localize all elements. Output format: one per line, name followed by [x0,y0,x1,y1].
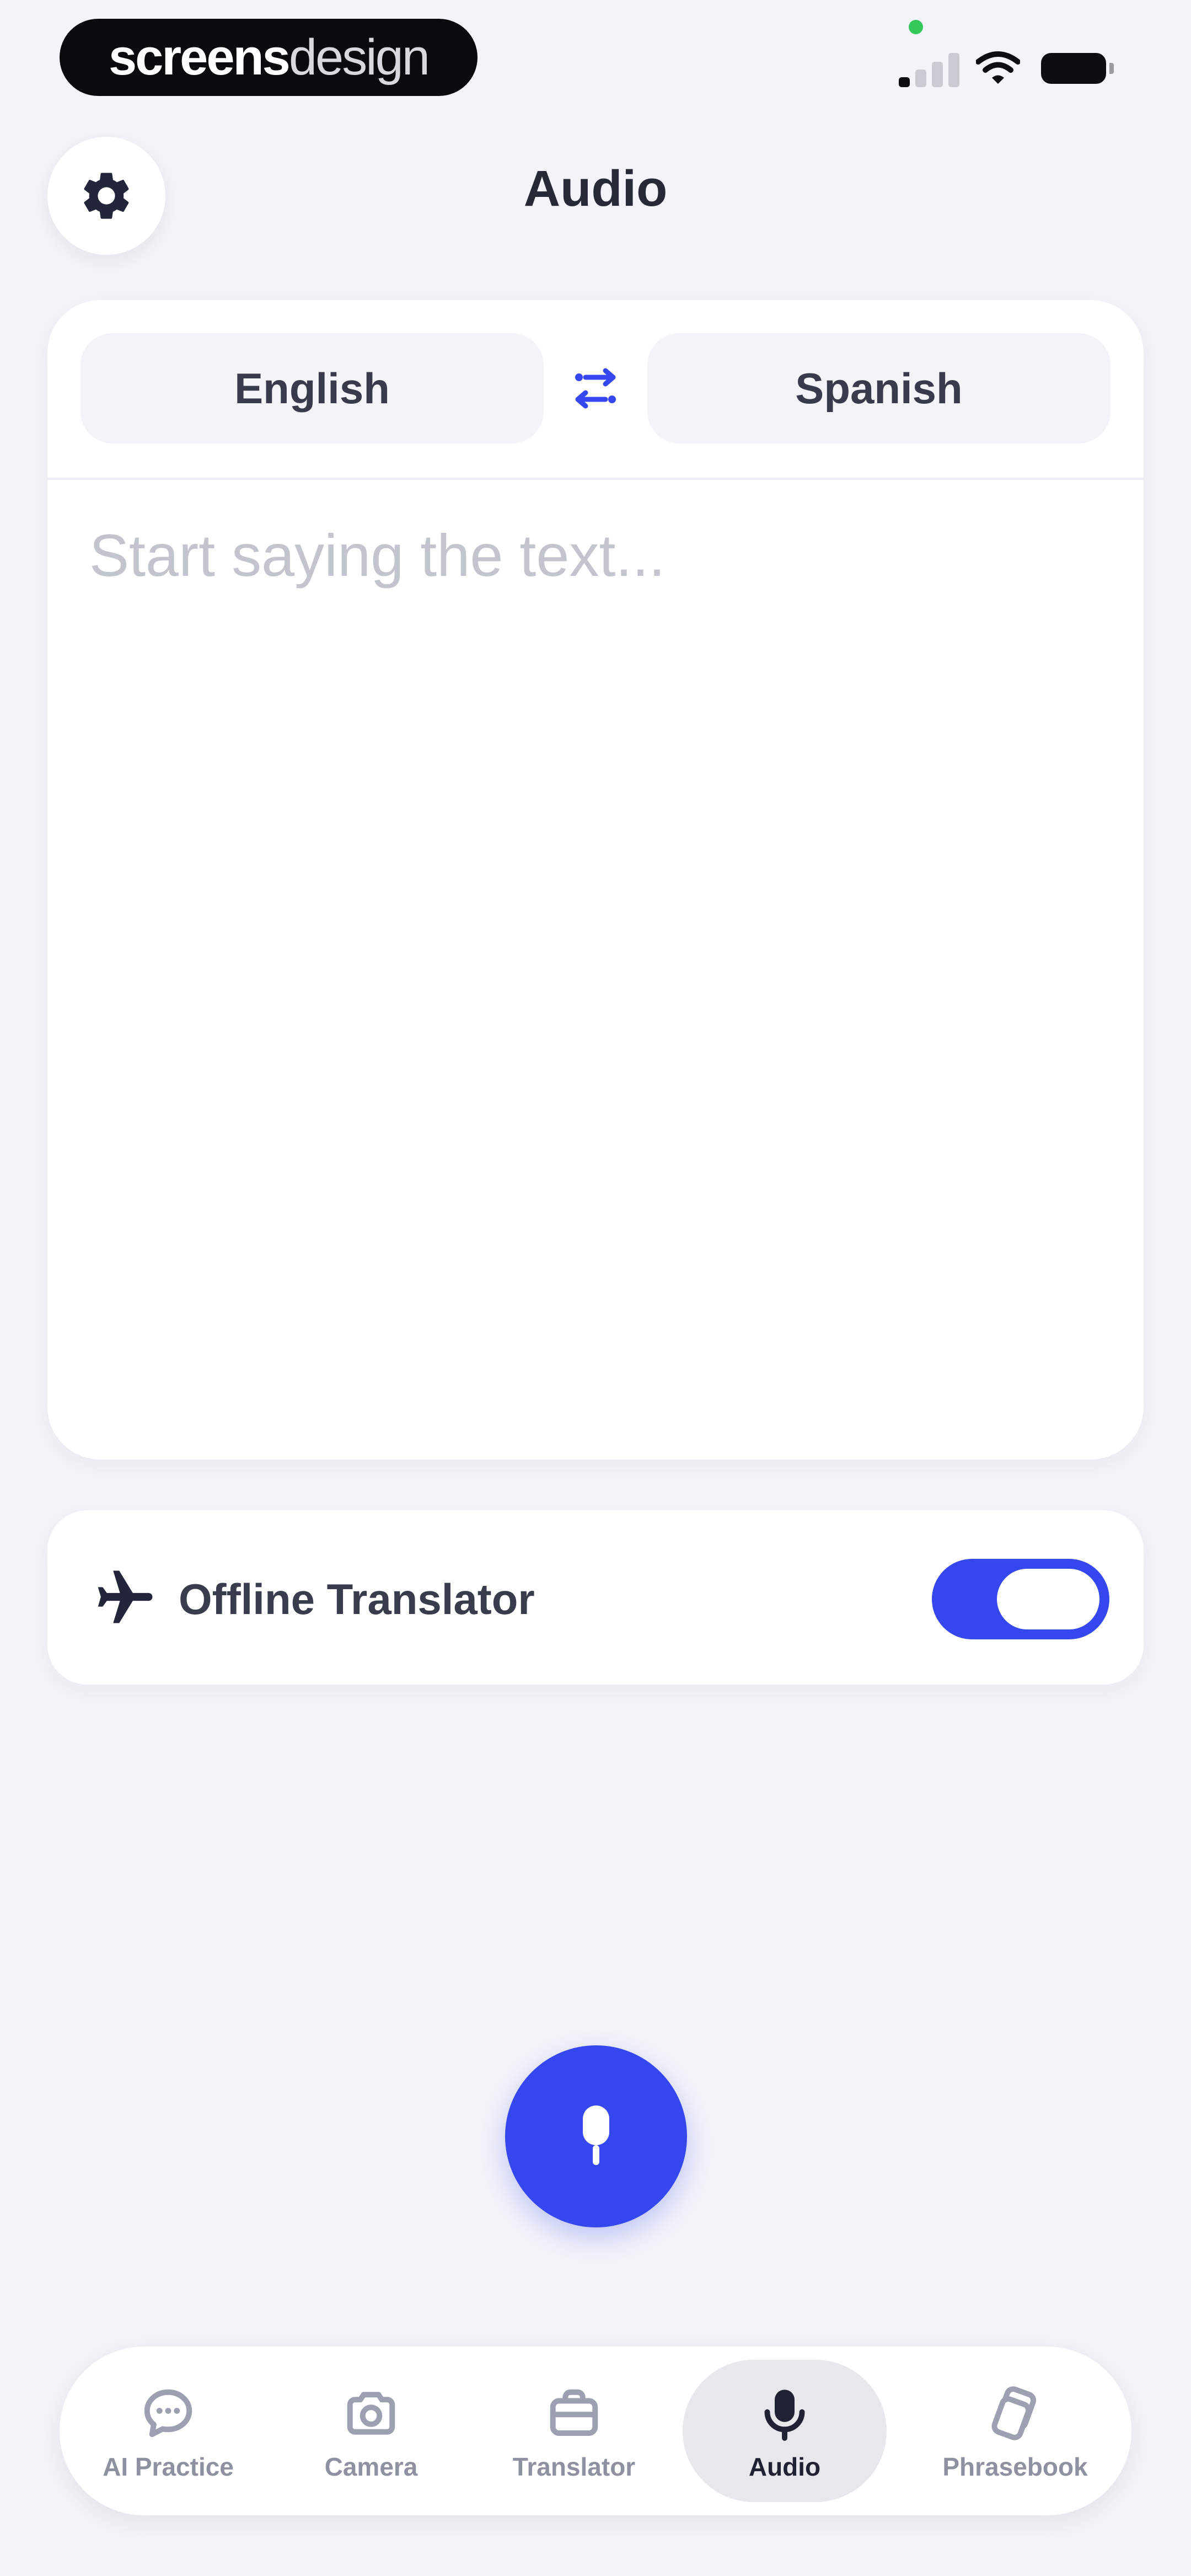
offline-translator-row: Offline Translator [47,1510,1144,1685]
tab-label: AI Practice [103,2452,234,2481]
speech-text-input[interactable] [89,521,1104,1425]
source-language-button[interactable]: English [81,333,544,443]
brand-logo: screens design [60,19,478,96]
brand-logo-bold: screens [109,29,291,85]
tab-audio[interactable]: Audio [683,2360,887,2502]
bottom-tab-bar: AI Practice Camera Translator Audio Phra… [60,2347,1131,2515]
translator-card: English Spanish [47,300,1144,1460]
page-title: Audio [523,161,668,217]
swap-languages-button[interactable] [562,355,629,421]
toggle-knob [997,1569,1099,1629]
airplane-icon [98,1570,153,1623]
offline-translator-toggle[interactable] [932,1559,1109,1639]
camera-icon [338,2380,404,2446]
tab-ai-practice[interactable]: AI Practice [66,2360,270,2502]
swap-arrows-icon [575,368,616,409]
battery-icon [1041,53,1114,84]
privacy-indicator-dot [909,20,923,34]
tab-label: Camera [324,2452,418,2481]
phrasebook-icon [982,2380,1048,2446]
tab-label: Audio [748,2452,821,2481]
tab-label: Translator [512,2452,636,2481]
tab-camera[interactable]: Camera [269,2360,473,2502]
chat-bubble-icon [135,2380,201,2446]
wifi-icon [976,51,1020,84]
tab-label: Phrasebook [942,2452,1088,2481]
microphone-icon [583,2105,609,2165]
microphone-icon [752,2380,818,2446]
status-bar: screens design [0,0,1191,110]
tab-phrasebook[interactable]: Phrasebook [913,2360,1117,2502]
audio-screen: screens design Audio English Spanish Sta… [0,0,1191,2576]
offline-translator-label: Offline Translator [179,1575,535,1623]
target-language-button[interactable]: Spanish [647,333,1110,443]
tab-translator[interactable]: Translator [472,2360,676,2502]
language-selector-row: English Spanish [47,300,1144,480]
cellular-signal-icon [899,51,959,87]
record-microphone-button[interactable] [505,2045,687,2227]
brand-logo-light: design [288,29,430,85]
translator-icon [541,2380,607,2446]
